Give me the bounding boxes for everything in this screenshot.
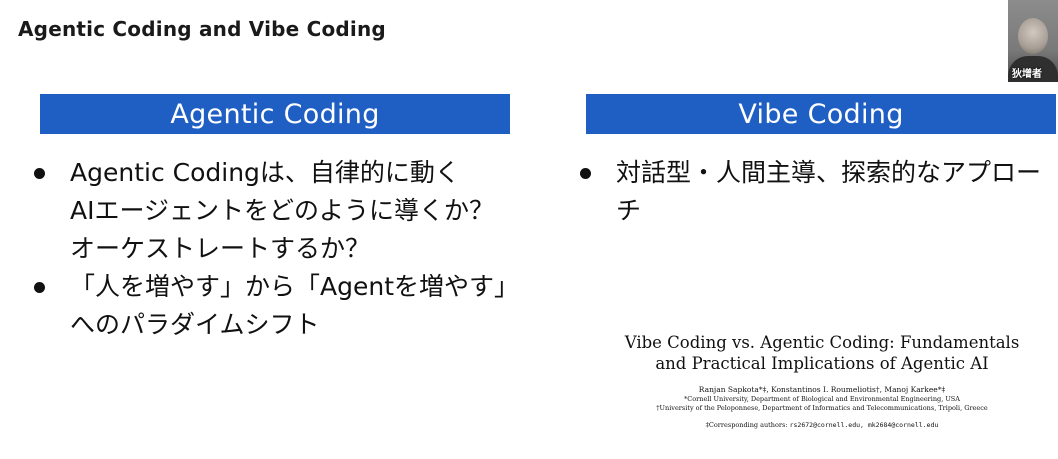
bullet-dot-icon	[580, 168, 591, 179]
bullet-line: オーケストレートするか？	[70, 234, 371, 263]
paper-corresponding-authors: ‡Corresponding authors: rs2672@cornell.e…	[612, 421, 1032, 430]
paper-excerpt: Vibe Coding vs. Agentic Coding: Fundamen…	[612, 332, 1032, 430]
webcam-person-head	[1018, 18, 1048, 54]
bullet-dot-icon	[34, 168, 45, 179]
paper-title-line: Vibe Coding vs. Agentic Coding: Fundamen…	[624, 333, 1020, 352]
slide-title: Agentic Coding and Vibe Coding	[18, 17, 386, 41]
paper-affiliation: *Cornell University, Department of Biolo…	[684, 395, 960, 403]
bullet-line: チ	[616, 196, 642, 225]
vibe-coding-bullets: 対話型・人間主導、探索的なアプロー チ	[572, 154, 1042, 230]
bullet-dot-icon	[34, 282, 45, 293]
corresponding-label: ‡Corresponding authors:	[705, 421, 790, 429]
vibe-coding-header: Vibe Coding	[586, 94, 1056, 134]
paper-title: Vibe Coding vs. Agentic Coding: Fundamen…	[612, 332, 1032, 374]
agentic-coding-bullets: Agentic Codingは、自律的に動く AIエージェントをどのように導くか…	[26, 154, 520, 344]
webcam-thumbnail[interactable]: 狄增者	[1008, 0, 1058, 82]
bullet-line: 対話型・人間主導、探索的なアプロー	[616, 158, 1042, 187]
webcam-name-tag: 狄增者	[1012, 69, 1042, 80]
bullet-item: 「人を増やす」から「Agentを増やす」 へのパラダイムシフト	[26, 268, 520, 344]
bullet-line: へのパラダイムシフト	[70, 310, 320, 339]
bullet-item: 対話型・人間主導、探索的なアプロー チ	[572, 154, 1042, 230]
bullet-line: 「人を増やす」から「Agentを増やす」	[70, 272, 520, 301]
agentic-coding-header: Agentic Coding	[40, 94, 510, 134]
corresponding-emails: rs2672@cornell.edu, mk2684@cornell.edu	[789, 421, 939, 429]
bullet-line: Agentic Codingは、自律的に動く	[70, 158, 460, 187]
paper-title-line: and Practical Implications of Agentic AI	[655, 354, 989, 373]
paper-authors: Ranjan Sapkota*‡, Konstantinos I. Roumel…	[698, 385, 946, 394]
paper-affiliation: †University of the Peloponnese, Departme…	[656, 404, 988, 412]
bullet-line: AIエージェントをどのように導くか？	[70, 196, 494, 225]
bullet-item: Agentic Codingは、自律的に動く AIエージェントをどのように導くか…	[26, 154, 516, 268]
